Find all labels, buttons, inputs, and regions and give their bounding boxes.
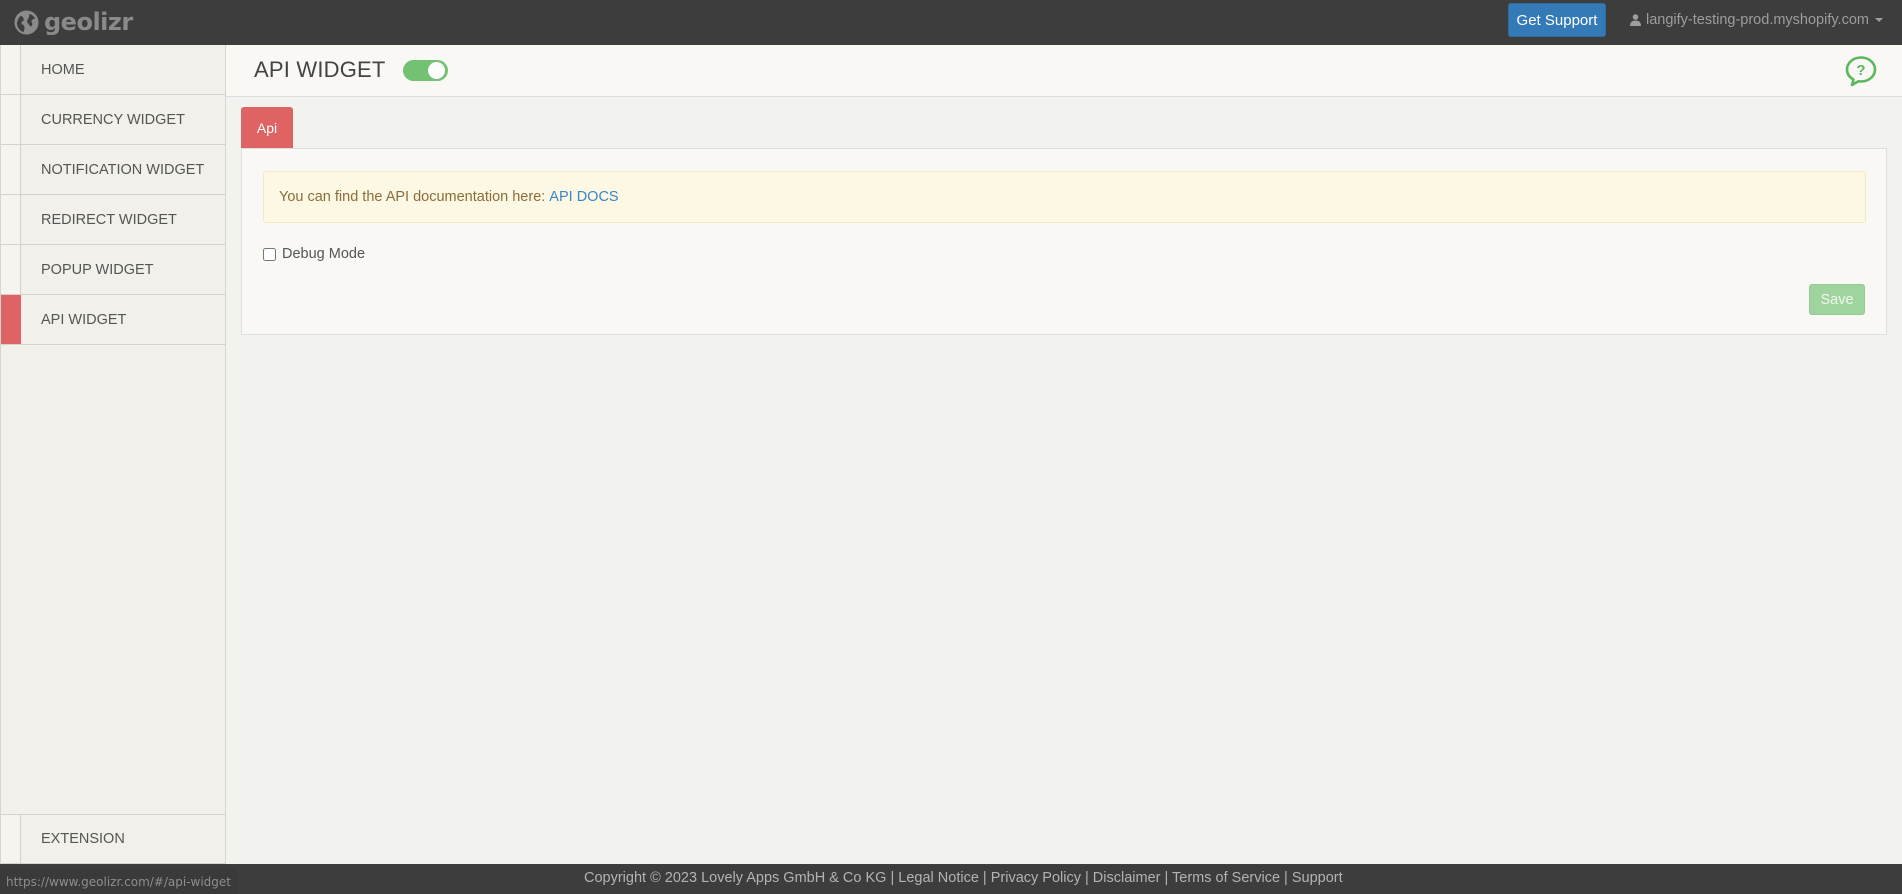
debug-mode-label: Debug Mode (282, 246, 366, 262)
support-link[interactable]: Support (1292, 870, 1343, 886)
nav-marker (1, 195, 21, 244)
copyright-text: Copyright © 2023 Lovely Apps GmbH & Co K… (584, 870, 887, 886)
debug-mode-field[interactable]: Debug Mode (263, 244, 365, 264)
nav-marker-active (1, 295, 21, 344)
nav-marker (1, 145, 21, 194)
toggle-knob (428, 62, 445, 79)
terms-of-service-link[interactable]: Terms of Service (1172, 870, 1280, 886)
user-store-name: langify-testing-prod.myshopify.com (1646, 12, 1869, 28)
sidebar-item-label: POPUP WIDGET (41, 261, 154, 278)
page-title: API WIDGET (254, 57, 386, 82)
footer: Copyright © 2023 Lovely Apps GmbH & Co K… (0, 864, 1902, 894)
nav-marker (1, 95, 21, 144)
help-chat-icon[interactable]: ? (1844, 55, 1878, 87)
legal-notice-link[interactable]: Legal Notice (898, 870, 979, 886)
chevron-down-icon (1874, 18, 1883, 22)
sidebar-item-label: HOME (41, 61, 85, 78)
api-docs-alert: You can find the API documentation here:… (263, 171, 1866, 223)
privacy-policy-link[interactable]: Privacy Policy (991, 870, 1081, 886)
save-button[interactable]: Save (1809, 284, 1865, 315)
get-support-button[interactable]: Get Support (1508, 3, 1606, 37)
user-menu-dropdown[interactable]: langify-testing-prod.myshopify.com (1630, 9, 1883, 31)
brand-logo[interactable]: geolizr (13, 7, 133, 37)
sidebar-item-extension[interactable]: EXTENSION (1, 814, 226, 864)
sidebar-item-label: API WIDGET (41, 311, 127, 328)
brand-name: geolizr (44, 8, 133, 36)
sidebar-item-label: EXTENSION (41, 831, 125, 847)
disclaimer-link[interactable]: Disclaimer (1093, 870, 1161, 886)
nav-marker (1, 245, 21, 294)
separator: | (1160, 870, 1173, 886)
globe-icon (14, 9, 39, 35)
debug-mode-checkbox[interactable] (263, 247, 276, 261)
widget-enabled-toggle[interactable] (403, 60, 448, 81)
sidebar-item-notification-widget[interactable]: NOTIFICATION WIDGET (1, 145, 226, 195)
svg-text:?: ? (1856, 62, 1865, 79)
browser-status-url: https://www.geolizr.com/#/api-widget (0, 869, 237, 894)
api-docs-link[interactable]: API DOCS (549, 189, 618, 205)
footer-text: Copyright © 2023 Lovely Apps GmbH & Co K… (584, 870, 1343, 886)
page-header: API WIDGET ? (226, 45, 1902, 97)
nav-marker (1, 815, 21, 863)
alert-text: You can find the API documentation here: (279, 189, 546, 205)
separator: | (1080, 870, 1093, 886)
top-navbar: geolizr Get Support langify-testing-prod… (0, 0, 1902, 45)
sidebar-item-home[interactable]: HOME (1, 45, 226, 95)
api-panel: You can find the API documentation here:… (241, 148, 1887, 335)
nav-marker (1, 45, 21, 94)
tab-api[interactable]: Api (241, 107, 293, 149)
sidebar-item-popup-widget[interactable]: POPUP WIDGET (1, 245, 226, 295)
sidebar-item-label: CURRENCY WIDGET (41, 111, 185, 128)
user-icon (1630, 14, 1641, 26)
separator: | (1280, 870, 1292, 886)
sidebar-item-redirect-widget[interactable]: REDIRECT WIDGET (1, 195, 226, 245)
sidebar-item-label: NOTIFICATION WIDGET (41, 161, 205, 178)
separator: | (886, 870, 899, 886)
separator: | (978, 870, 991, 886)
sidebar-item-api-widget[interactable]: API WIDGET (1, 295, 226, 345)
sidebar: HOME CURRENCY WIDGET NOTIFICATION WIDGET… (0, 45, 226, 864)
sidebar-item-label: REDIRECT WIDGET (41, 211, 177, 228)
sidebar-item-currency-widget[interactable]: CURRENCY WIDGET (1, 95, 226, 145)
